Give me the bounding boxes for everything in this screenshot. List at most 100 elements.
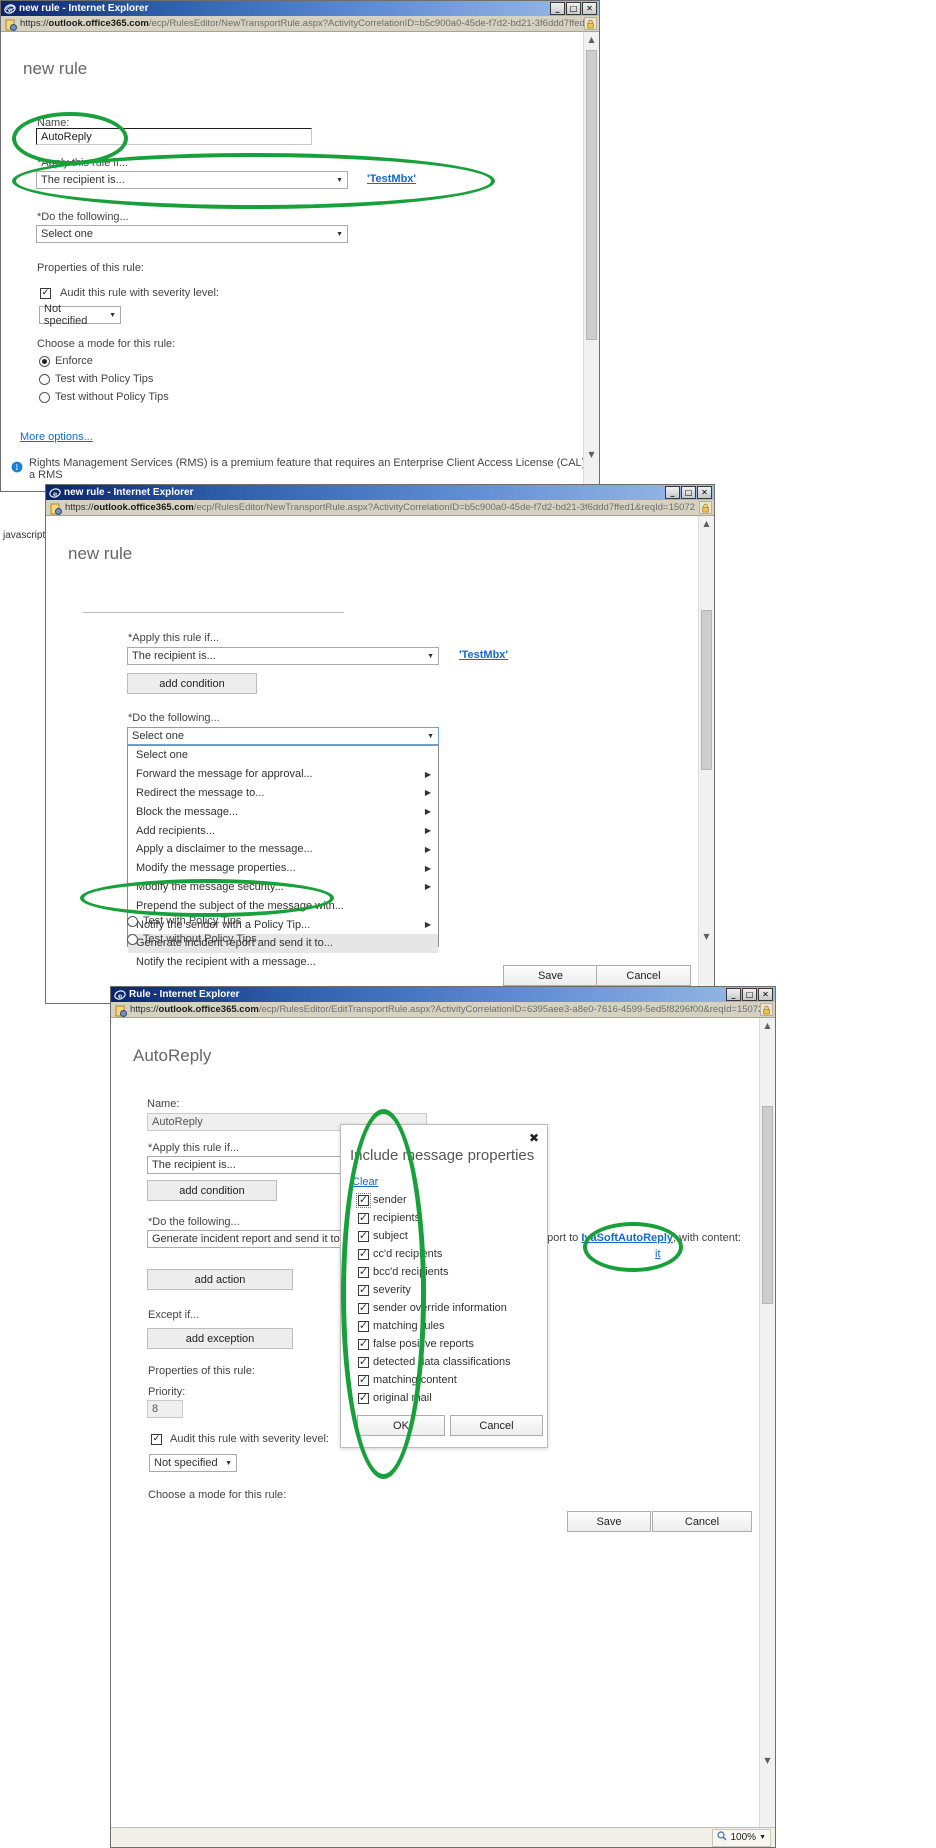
message-properties-list[interactable]: ✓ sender ✓ recipients ✓ subject ✓ cc'd r…	[356, 1191, 511, 1407]
window-1-controls[interactable]: _ □ ✕	[550, 2, 597, 15]
radio-test-with-policy-tips[interactable]	[127, 915, 138, 927]
dropdown-item-5[interactable]: Apply a disclaimer to the message... ▶	[128, 840, 438, 859]
scroll-down-icon[interactable]: ▼	[699, 929, 714, 943]
do-action-dropdown[interactable]: Select one ▼	[127, 727, 439, 745]
dropdown-item-0[interactable]: Select one	[128, 746, 438, 765]
property-row-original-mail[interactable]: ✓ original mail	[358, 1389, 511, 1407]
cancel-button[interactable]: Cancel	[596, 965, 691, 986]
window-3-controls[interactable]: _ □ ✕	[726, 988, 773, 1001]
vertical-scrollbar-window-2[interactable]: ▲ ▼	[698, 516, 714, 1003]
audit-checkbox-row[interactable]: ✓ Audit this rule with severity level:	[40, 287, 219, 299]
scroll-up-icon[interactable]: ▲	[760, 1018, 775, 1032]
property-row-recipients[interactable]: ✓ recipients	[358, 1209, 511, 1227]
window-new-rule-2[interactable]: e new rule - Internet Explorer _ □ ✕ htt…	[45, 484, 715, 1004]
cancel-button[interactable]: Cancel	[450, 1415, 543, 1436]
minimize-button[interactable]: _	[726, 988, 741, 1001]
dropdown-item-1[interactable]: Forward the message for approval... ▶	[128, 765, 438, 784]
window-new-rule-1[interactable]: e new rule - Internet Explorer _ □ ✕ htt…	[0, 0, 600, 492]
cancel-button[interactable]: Cancel	[652, 1511, 752, 1532]
minimize-button[interactable]: _	[665, 486, 680, 499]
dropdown-item-8[interactable]: Prepend the subject of the message with.…	[128, 896, 438, 915]
scroll-up-icon[interactable]: ▲	[584, 32, 599, 46]
radio-test-without-policy-tips[interactable]	[127, 933, 138, 945]
property-row-subject[interactable]: ✓ subject	[358, 1227, 511, 1245]
scroll-up-icon[interactable]: ▲	[699, 516, 714, 530]
name-input[interactable]: AutoReply	[36, 128, 312, 145]
close-button[interactable]: ✕	[697, 486, 712, 499]
checkbox-false-positive-reports[interactable]: ✓	[358, 1338, 369, 1350]
scrollbar-thumb[interactable]	[762, 1106, 773, 1304]
url-text-window-1[interactable]: https://outlook.office365.com/ecp/RulesE…	[20, 18, 584, 29]
report-content-link[interactable]: it	[655, 1248, 661, 1260]
radio-test-without-policy-tips[interactable]	[39, 391, 50, 403]
url-text-window-2[interactable]: https://outlook.office365.com/ecp/RulesE…	[65, 502, 699, 513]
mode-option-test-without-tips[interactable]: Test without Policy Tips	[127, 933, 257, 945]
titlebar-window-3[interactable]: e Rule - Internet Explorer _ □ ✕	[111, 987, 775, 1002]
scrollbar-thumb[interactable]	[586, 50, 597, 340]
checkbox-recipients[interactable]: ✓	[358, 1212, 369, 1224]
dropdown-item-6[interactable]: Modify the message properties... ▶	[128, 859, 438, 878]
property-row-bccd-recipients[interactable]: ✓ bcc'd recipients	[358, 1263, 511, 1281]
maximize-button[interactable]: □	[566, 2, 581, 15]
mode-option-test-without-tips[interactable]: Test without Policy Tips	[39, 391, 169, 403]
more-options-link[interactable]: More options...	[20, 431, 93, 443]
checkbox-ccd-recipients[interactable]: ✓	[358, 1248, 369, 1260]
checkbox-sender-override-information[interactable]: ✓	[358, 1302, 369, 1314]
apply-condition-dropdown[interactable]: The recipient is... ▼	[127, 647, 439, 665]
property-row-sender-override[interactable]: ✓ sender override information	[358, 1299, 511, 1317]
url-text-window-3[interactable]: https://outlook.office365.com/ecp/RulesE…	[130, 1004, 760, 1015]
close-button[interactable]: ✕	[758, 988, 773, 1001]
address-bar-window-3[interactable]: https://outlook.office365.com/ecp/RulesE…	[111, 1002, 775, 1018]
severity-dropdown[interactable]: Not specified ▼	[149, 1454, 237, 1472]
chevron-down-icon[interactable]: ▼	[759, 1834, 766, 1841]
radio-test-with-policy-tips[interactable]	[39, 373, 50, 385]
checkbox-subject[interactable]: ✓	[358, 1230, 369, 1242]
ok-button[interactable]: OK	[357, 1415, 445, 1436]
mode-option-test-with-tips[interactable]: Test with Policy Tips	[127, 915, 241, 927]
property-row-sender[interactable]: ✓ sender	[356, 1191, 511, 1209]
property-row-matching-content[interactable]: ✓ matching content	[358, 1371, 511, 1389]
address-bar-window-1[interactable]: https://outlook.office365.com/ecp/RulesE…	[1, 16, 599, 32]
audit-checkbox[interactable]: ✓	[151, 1433, 162, 1445]
clear-link[interactable]: Clear	[352, 1176, 378, 1188]
radio-enforce[interactable]	[39, 355, 50, 367]
vertical-scrollbar-window-1[interactable]: ▲ ▼	[583, 32, 599, 491]
property-row-ccd-recipients[interactable]: ✓ cc'd recipients	[358, 1245, 511, 1263]
dropdown-item-11[interactable]: Notify the recipient with a message...	[128, 953, 438, 972]
zoom-control[interactable]: 100% ▼	[712, 1828, 771, 1847]
priority-input[interactable]: 8	[147, 1400, 183, 1418]
maximize-button[interactable]: □	[742, 988, 757, 1001]
titlebar-window-1[interactable]: e new rule - Internet Explorer _ □ ✕	[1, 1, 599, 16]
scroll-down-icon[interactable]: ▼	[760, 1753, 775, 1767]
do-action-dropdown[interactable]: Select one ▼	[36, 225, 348, 243]
recipient-link[interactable]: 'TestMbx'	[367, 173, 416, 185]
checkbox-original-mail[interactable]: ✓	[358, 1392, 369, 1404]
add-action-button[interactable]: add action	[147, 1269, 293, 1290]
save-button[interactable]: Save	[567, 1511, 651, 1532]
minimize-button[interactable]: _	[550, 2, 565, 15]
mode-option-test-with-tips[interactable]: Test with Policy Tips	[39, 373, 153, 385]
dropdown-item-3[interactable]: Block the message... ▶	[128, 802, 438, 821]
property-row-false-positive-reports[interactable]: ✓ false positive reports	[358, 1335, 511, 1353]
recipient-link[interactable]: 'TestMbx'	[459, 649, 508, 661]
add-condition-button[interactable]: add condition	[147, 1180, 277, 1201]
include-message-properties-dialog[interactable]: ✖ Include message properties Clear ✓ sen…	[340, 1124, 548, 1448]
audit-checkbox[interactable]: ✓	[40, 287, 51, 299]
dropdown-item-4[interactable]: Add recipients... ▶	[128, 821, 438, 840]
audit-checkbox-row[interactable]: ✓ Audit this rule with severity level:	[151, 1433, 329, 1445]
titlebar-window-2[interactable]: e new rule - Internet Explorer _ □ ✕	[46, 485, 714, 500]
checkbox-matching-rules[interactable]: ✓	[358, 1320, 369, 1332]
mode-option-enforce[interactable]: Enforce	[39, 355, 93, 367]
add-exception-button[interactable]: add exception	[147, 1328, 293, 1349]
save-button[interactable]: Save	[503, 965, 598, 986]
dropdown-item-7[interactable]: Modify the message security... ▶	[128, 878, 438, 897]
scrollbar-thumb[interactable]	[701, 610, 712, 770]
checkbox-sender[interactable]: ✓	[356, 1192, 371, 1208]
checkbox-matching-content[interactable]: ✓	[358, 1374, 369, 1386]
property-row-detected-data-classifications[interactable]: ✓ detected data classifications	[358, 1353, 511, 1371]
maximize-button[interactable]: □	[681, 486, 696, 499]
vertical-scrollbar-window-3[interactable]: ▲ ▼	[759, 1018, 775, 1827]
checkbox-detected-data-classifications[interactable]: ✓	[358, 1356, 369, 1368]
property-row-severity[interactable]: ✓ severity	[358, 1281, 511, 1299]
property-row-matching-rules[interactable]: ✓ matching rules	[358, 1317, 511, 1335]
